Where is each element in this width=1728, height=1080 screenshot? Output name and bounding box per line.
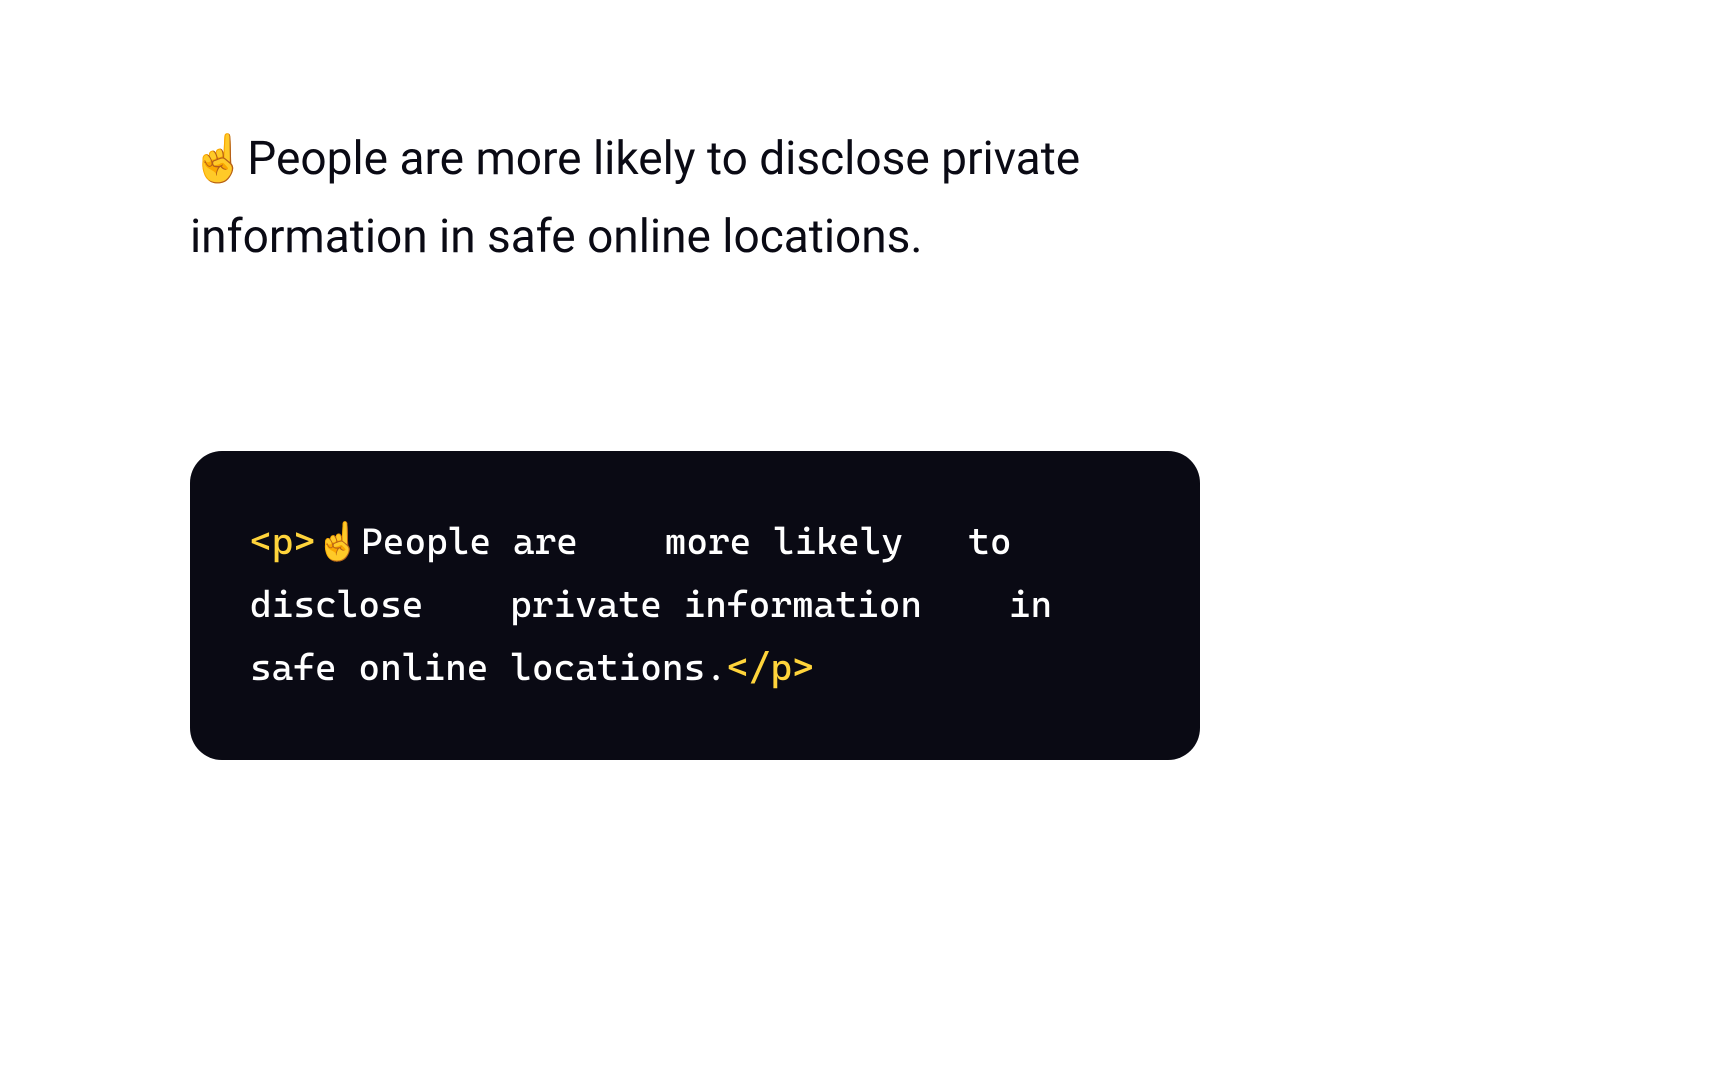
code-emoji: ☝️	[315, 520, 361, 563]
code-content: <p>☝️People are more likely to disclose …	[250, 511, 1140, 700]
main-paragraph: ☝️People are more likely to disclose pri…	[190, 120, 1200, 276]
pointing-up-icon: ☝️	[190, 132, 247, 186]
code-open-tag: <p>	[250, 520, 315, 563]
code-block: <p>☝️People are more likely to disclose …	[190, 451, 1200, 760]
paragraph-text: People are more likely to disclose priva…	[190, 132, 1080, 264]
code-text: People are more likely to disclose priva…	[250, 520, 1074, 689]
code-close-tag: </p>	[727, 646, 814, 689]
